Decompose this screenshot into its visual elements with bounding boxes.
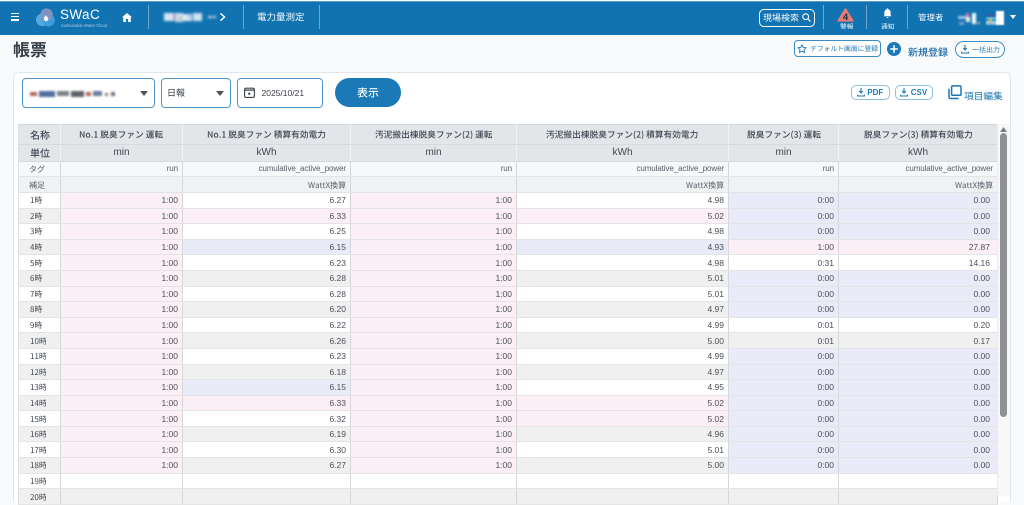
svg-text:4: 4: [842, 12, 848, 22]
